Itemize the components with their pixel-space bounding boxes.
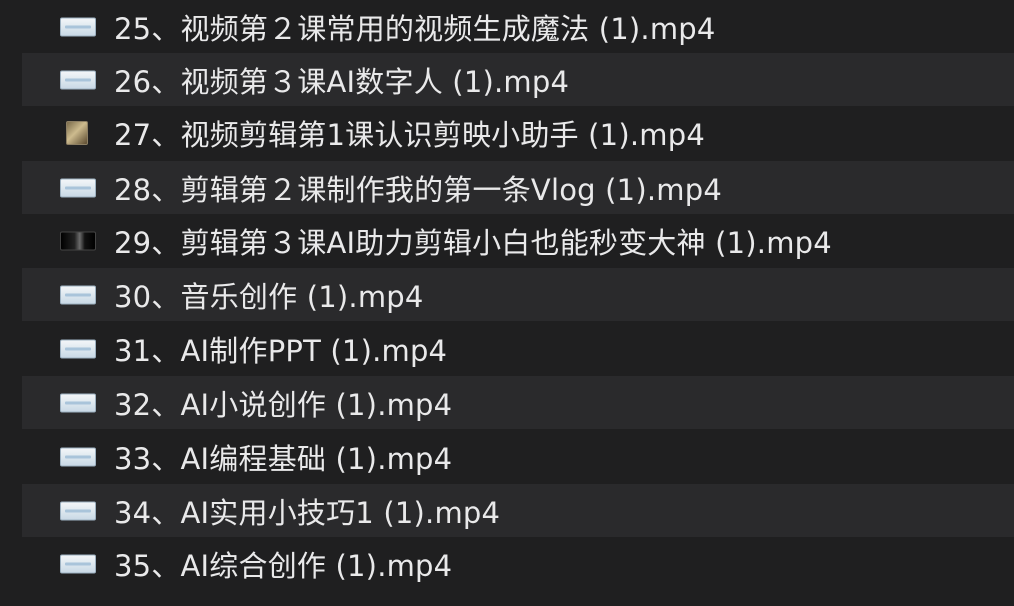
file-name: 34、AI实用小技巧1 (1).mp4	[114, 495, 501, 530]
video-thumbnail-icon	[60, 70, 96, 89]
file-name: 27、视频剪辑第1课认识剪映小助手 (1).mp4	[114, 117, 705, 152]
file-row[interactable]: 29、剪辑第３课AI助力剪辑小白也能秒变大神 (1).mp4	[22, 214, 1014, 267]
file-name: 33、AI编程基础 (1).mp4	[114, 441, 453, 476]
video-thumbnail-icon	[60, 285, 96, 304]
video-thumbnail-icon	[66, 120, 88, 145]
file-row[interactable]: 28、剪辑第２课制作我的第一条Vlog (1).mp4	[22, 161, 1014, 214]
video-thumbnail-icon	[60, 393, 96, 412]
file-row[interactable]: 25、视频第２课常用的视频生成魔法 (1).mp4	[22, 0, 1014, 53]
file-row[interactable]: 26、视频第３课AI数字人 (1).mp4	[22, 53, 1014, 106]
file-name: 25、视频第２课常用的视频生成魔法 (1).mp4	[114, 11, 716, 46]
file-name: 35、AI综合创作 (1).mp4	[114, 548, 453, 583]
file-row[interactable]: 31、AI制作PPT (1).mp4	[22, 322, 1014, 375]
file-row[interactable]: 35、AI综合创作 (1).mp4	[22, 537, 1014, 590]
video-thumbnail-icon	[60, 554, 96, 573]
video-thumbnail-icon	[60, 447, 96, 466]
file-row[interactable]: 27、视频剪辑第1课认识剪映小助手 (1).mp4	[22, 106, 1014, 159]
file-name: 30、音乐创作 (1).mp4	[114, 279, 424, 314]
video-thumbnail-icon	[60, 231, 96, 250]
video-thumbnail-icon	[60, 17, 96, 36]
file-name: 28、剪辑第２课制作我的第一条Vlog (1).mp4	[114, 172, 722, 207]
file-name: 32、AI小说创作 (1).mp4	[114, 387, 453, 422]
file-row[interactable]: 30、音乐创作 (1).mp4	[22, 268, 1014, 321]
file-name: 29、剪辑第３课AI助力剪辑小白也能秒变大神 (1).mp4	[114, 225, 832, 260]
video-thumbnail-icon	[60, 339, 96, 358]
video-thumbnail-icon	[60, 178, 96, 197]
file-name: 26、视频第３课AI数字人 (1).mp4	[114, 64, 570, 99]
file-row[interactable]: 32、AI小说创作 (1).mp4	[22, 376, 1014, 429]
file-name: 31、AI制作PPT (1).mp4	[114, 333, 448, 368]
file-row[interactable]: 33、AI编程基础 (1).mp4	[22, 430, 1014, 483]
video-thumbnail-icon	[60, 501, 96, 520]
file-row[interactable]: 34、AI实用小技巧1 (1).mp4	[22, 484, 1014, 537]
file-list: 25、视频第２课常用的视频生成魔法 (1).mp4 26、视频第３课AI数字人 …	[0, 0, 1014, 606]
